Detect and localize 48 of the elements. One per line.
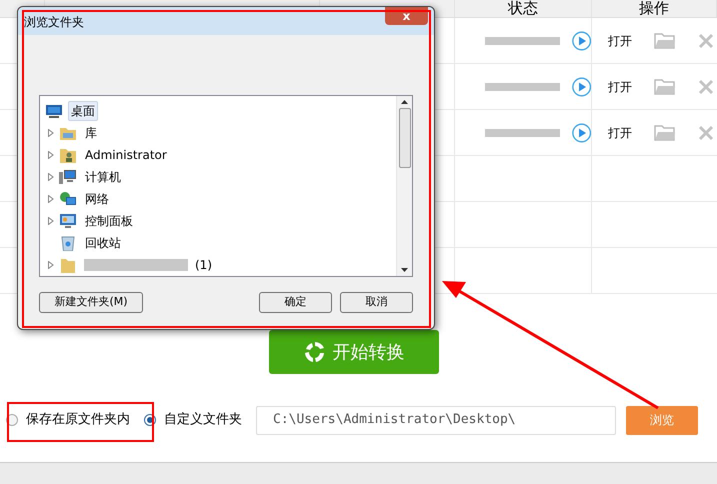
folder-icon xyxy=(60,126,76,140)
folder-icon[interactable] xyxy=(654,124,676,140)
close-icon[interactable] xyxy=(698,32,714,48)
tree-item[interactable]: 回收站 xyxy=(82,233,124,253)
open-link[interactable]: 打开 xyxy=(608,124,632,142)
recycle-bin-icon xyxy=(61,235,75,251)
expand-icon[interactable] xyxy=(48,173,54,181)
tree-item[interactable]: Administrator xyxy=(82,145,170,165)
radio-label: 自定义文件夹 xyxy=(164,411,242,430)
scrollbar[interactable] xyxy=(396,96,412,276)
folder-icon[interactable] xyxy=(654,32,676,48)
tree-item[interactable]: 桌面 xyxy=(68,101,98,121)
open-link[interactable]: 打开 xyxy=(608,32,632,50)
folder-icon xyxy=(61,257,75,273)
column-header: 状态 xyxy=(508,0,538,17)
control-panel-icon xyxy=(59,213,77,229)
column-header: 操作 xyxy=(639,0,669,17)
close-icon[interactable] xyxy=(698,78,714,94)
folder-icon[interactable] xyxy=(654,78,676,94)
scroll-thumb[interactable] xyxy=(398,108,410,168)
user-folder-icon xyxy=(60,147,76,163)
open-link[interactable]: 打开 xyxy=(608,78,632,96)
dialog-button[interactable]: 取消 xyxy=(340,292,413,313)
scroll-up-icon[interactable] xyxy=(401,100,408,104)
computer-icon xyxy=(59,169,77,185)
expand-icon[interactable] xyxy=(48,129,54,137)
play-icon[interactable] xyxy=(572,30,591,52)
tree-item[interactable]: 计算机 xyxy=(82,167,124,187)
tree-item[interactable]: 网络 xyxy=(82,189,112,209)
monitor-icon xyxy=(46,104,62,118)
expand-icon[interactable] xyxy=(48,261,54,269)
dialog-button[interactable]: 新建文件夹(M) xyxy=(39,292,143,313)
scroll-down-icon[interactable] xyxy=(401,268,408,272)
play-icon[interactable] xyxy=(572,122,591,144)
refresh-icon xyxy=(302,340,326,364)
expand-icon[interactable] xyxy=(48,195,54,203)
dialog-title: 浏览文件夹 xyxy=(24,14,84,31)
play-icon[interactable] xyxy=(572,76,591,98)
close-icon[interactable] xyxy=(698,124,714,140)
tree-item[interactable]: (1) xyxy=(192,255,215,275)
tree-item[interactable]: 库 xyxy=(82,123,100,143)
tree-item[interactable]: 控制面板 xyxy=(82,211,136,231)
dialog-button[interactable]: 确定 xyxy=(259,292,332,313)
radio-label: 保存在原文件夹内 xyxy=(26,411,130,430)
expand-icon[interactable] xyxy=(48,217,54,225)
expand-icon[interactable] xyxy=(48,151,54,159)
path-field[interactable]: C:\Users\Administrator\Desktop\ xyxy=(256,406,616,434)
globe-monitor-icon xyxy=(59,191,77,207)
